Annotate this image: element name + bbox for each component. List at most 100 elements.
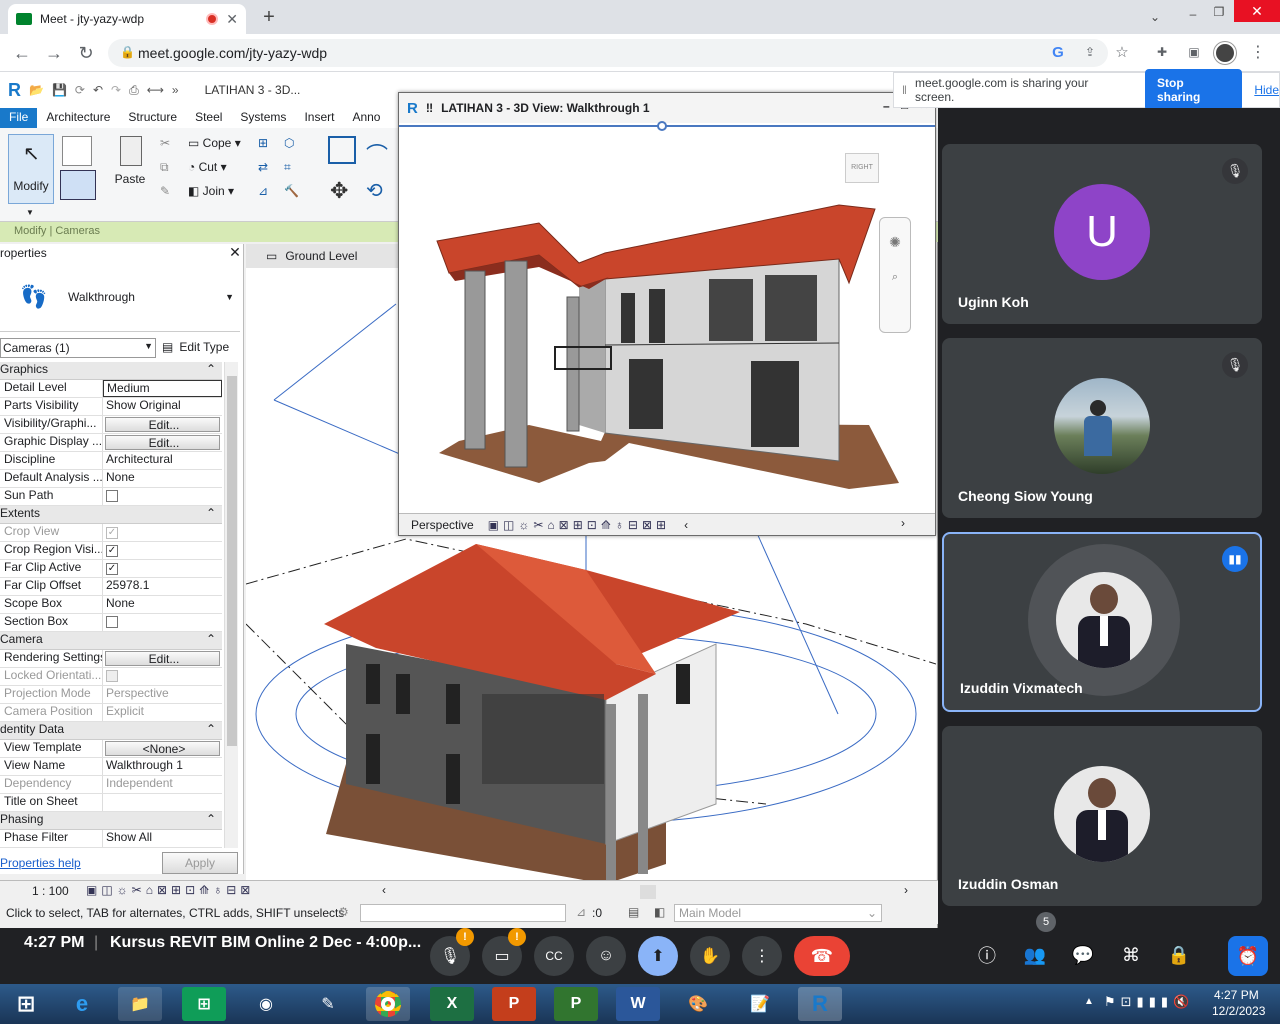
alarm-button[interactable]: ⏰: [1228, 936, 1268, 976]
frame-slider-thumb[interactable]: [657, 121, 667, 131]
apply-button[interactable]: Apply: [162, 852, 238, 874]
walkthrough-titlebar[interactable]: R ‼ LATIHAN 3 - 3D View: Walkthrough 1 –…: [399, 93, 935, 123]
close-window-icon[interactable]: ✕: [1234, 0, 1280, 22]
walkthrough-view-icons[interactable]: ▣◫☼✂⌂⊠⊞⊡⟰♁⊟⊠⊞: [488, 518, 670, 532]
more-icon[interactable]: »: [172, 83, 179, 97]
ribbon-collapse-icon[interactable]: ▼: [26, 208, 34, 217]
participant-tile-speaking[interactable]: ▮▮ Izuddin Vixmatech: [942, 532, 1262, 712]
row-graphic-display[interactable]: Graphic Display ... Edit...: [0, 434, 222, 452]
row-sun-path[interactable]: Sun Path: [0, 488, 222, 506]
revit-taskbar-icon[interactable]: R: [798, 987, 842, 1021]
host-controls-icon[interactable]: 🔒: [1166, 942, 1192, 968]
row-far-clip-offset[interactable]: Far Clip Offset 25978.1: [0, 578, 222, 596]
section-phasing[interactable]: Phasing ⌃: [0, 812, 222, 830]
filter-icon[interactable]: ⊿: [576, 905, 586, 919]
view-control-icons[interactable]: ▣◫☼✂⌂⊠⊞⊡⟰♁⊟⊠: [86, 883, 254, 897]
powerpoint-icon[interactable]: P: [492, 987, 536, 1021]
type-selector[interactable]: 👣 Walkthrough ▼: [0, 262, 240, 332]
modify-button[interactable]: ↖ Modify: [8, 134, 54, 204]
workset-dropdown[interactable]: [360, 904, 566, 922]
tray-chevron-icon[interactable]: ▲: [1084, 996, 1094, 1007]
tab-insert[interactable]: Insert: [295, 108, 343, 128]
tab-search-icon[interactable]: ⌄: [1144, 6, 1166, 28]
rendering-edit-button[interactable]: Edit...: [105, 651, 220, 666]
row-discipline[interactable]: Discipline Architectural: [0, 452, 222, 470]
match-icon[interactable]: ✎: [160, 184, 170, 198]
align-icon[interactable]: ⊞: [258, 136, 268, 150]
raise-hand-button[interactable]: ✋: [690, 936, 730, 976]
participant-tile[interactable]: Izuddin Osman: [942, 726, 1262, 906]
design-option-icon[interactable]: ◧: [654, 905, 665, 919]
section-identity[interactable]: dentity Data ⌃: [0, 722, 222, 740]
bookmark-icon[interactable]: ☆: [1112, 42, 1132, 62]
scroll-left-icon[interactable]: ‹: [382, 883, 386, 897]
row-section-box[interactable]: Section Box: [0, 614, 222, 632]
row-vis-graphics[interactable]: Visibility/Graphi... Edit...: [0, 416, 222, 434]
viewcube[interactable]: RIGHT: [845, 153, 879, 183]
paste-button[interactable]: Paste: [110, 136, 150, 196]
reload-icon[interactable]: ↻: [74, 41, 98, 65]
minimize-icon[interactable]: –: [1182, 4, 1204, 24]
cut-geom-icon[interactable]: ✂: [160, 136, 170, 150]
split-icon[interactable]: ⌗: [284, 160, 291, 175]
crop-region-checkbox[interactable]: ✓: [106, 545, 118, 557]
pin-icon[interactable]: 🔨: [284, 184, 299, 198]
profile-avatar[interactable]: [1214, 42, 1236, 64]
start-button[interactable]: ⊞: [4, 987, 48, 1021]
tab-structure[interactable]: Structure: [119, 108, 186, 128]
tab-annotate[interactable]: Anno: [343, 108, 389, 128]
walkthrough-3d-window[interactable]: R ‼ LATIHAN 3 - 3D View: Walkthrough 1 –…: [398, 92, 936, 536]
word-icon[interactable]: W: [616, 987, 660, 1021]
chrome-icon[interactable]: [366, 987, 410, 1021]
edit-type-button[interactable]: ▤ Edit Type: [162, 338, 229, 354]
row-detail-level[interactable]: Detail Level Medium: [0, 380, 222, 398]
array-icon[interactable]: [328, 136, 356, 164]
row-parts-visibility[interactable]: Parts Visibility Show Original: [0, 398, 222, 416]
graphic-display-edit-button[interactable]: Edit...: [105, 435, 220, 450]
scale-value[interactable]: 1 : 100: [32, 884, 69, 898]
restore-icon[interactable]: ❐: [1208, 2, 1230, 22]
drag-handle-icon[interactable]: ‖: [902, 83, 907, 97]
row-rendering[interactable]: Rendering Settings Edit...: [0, 650, 222, 668]
mirror-icon[interactable]: ⇄: [258, 160, 268, 174]
section-graphics[interactable]: Graphics ⌃: [0, 362, 222, 380]
file-explorer-icon[interactable]: 📁: [118, 987, 162, 1021]
side-panel-icon[interactable]: ▣: [1184, 42, 1204, 62]
horizontal-scrollbar[interactable]: [640, 885, 656, 899]
properties-close-icon[interactable]: ✕: [228, 244, 242, 260]
section-box-checkbox[interactable]: [106, 616, 118, 628]
tab-steel[interactable]: Steel: [186, 108, 231, 128]
chat-icon[interactable]: 💬: [1070, 942, 1096, 968]
photos-icon[interactable]: ◉: [244, 987, 288, 1021]
back-icon[interactable]: ←: [10, 41, 34, 65]
scroll-right-icon[interactable]: ›: [904, 883, 908, 897]
vis-graphics-edit-button[interactable]: Edit...: [105, 417, 220, 432]
browser-menu-icon[interactable]: ⋮: [1248, 42, 1268, 62]
share-page-icon[interactable]: ⇪: [1080, 42, 1100, 62]
excel-icon[interactable]: X: [430, 987, 474, 1021]
sync-icon[interactable]: ⟳: [75, 83, 85, 97]
stop-sharing-button[interactable]: Stop sharing: [1145, 69, 1243, 111]
frame-slider[interactable]: [399, 121, 935, 131]
project-icon[interactable]: P: [554, 987, 598, 1021]
copy-icon[interactable]: ⧉: [160, 160, 169, 175]
activities-icon[interactable]: ⌘: [1118, 942, 1144, 968]
tab-architecture[interactable]: Architecture: [37, 108, 119, 128]
present-button[interactable]: ⬆: [638, 936, 678, 976]
row-scope-box[interactable]: Scope Box None: [0, 596, 222, 614]
print-icon[interactable]: ⎙: [129, 83, 139, 98]
captions-button[interactable]: CC: [534, 936, 574, 976]
sun-path-checkbox[interactable]: [106, 490, 118, 502]
cut-button[interactable]: ◔ Cut ▾: [188, 160, 227, 174]
walk-scroll-left-icon[interactable]: ‹: [684, 518, 688, 532]
people-icon[interactable]: 👥: [1022, 942, 1048, 968]
google-icon[interactable]: G: [1048, 42, 1068, 62]
forward-icon[interactable]: →: [42, 41, 66, 65]
row-far-clip-active[interactable]: Far Clip Active ✓: [0, 560, 222, 578]
scanner-icon[interactable]: ✎: [306, 987, 350, 1021]
row-view-template[interactable]: View Template <None>: [0, 740, 222, 758]
editable-only-icon[interactable]: ▤: [628, 905, 639, 919]
cope-button[interactable]: ▭ Cope ▾: [188, 136, 241, 150]
join-button[interactable]: ◧ Join ▾: [188, 184, 234, 198]
browser-tab[interactable]: Meet - jty-yazy-wdp ✕: [8, 4, 246, 34]
